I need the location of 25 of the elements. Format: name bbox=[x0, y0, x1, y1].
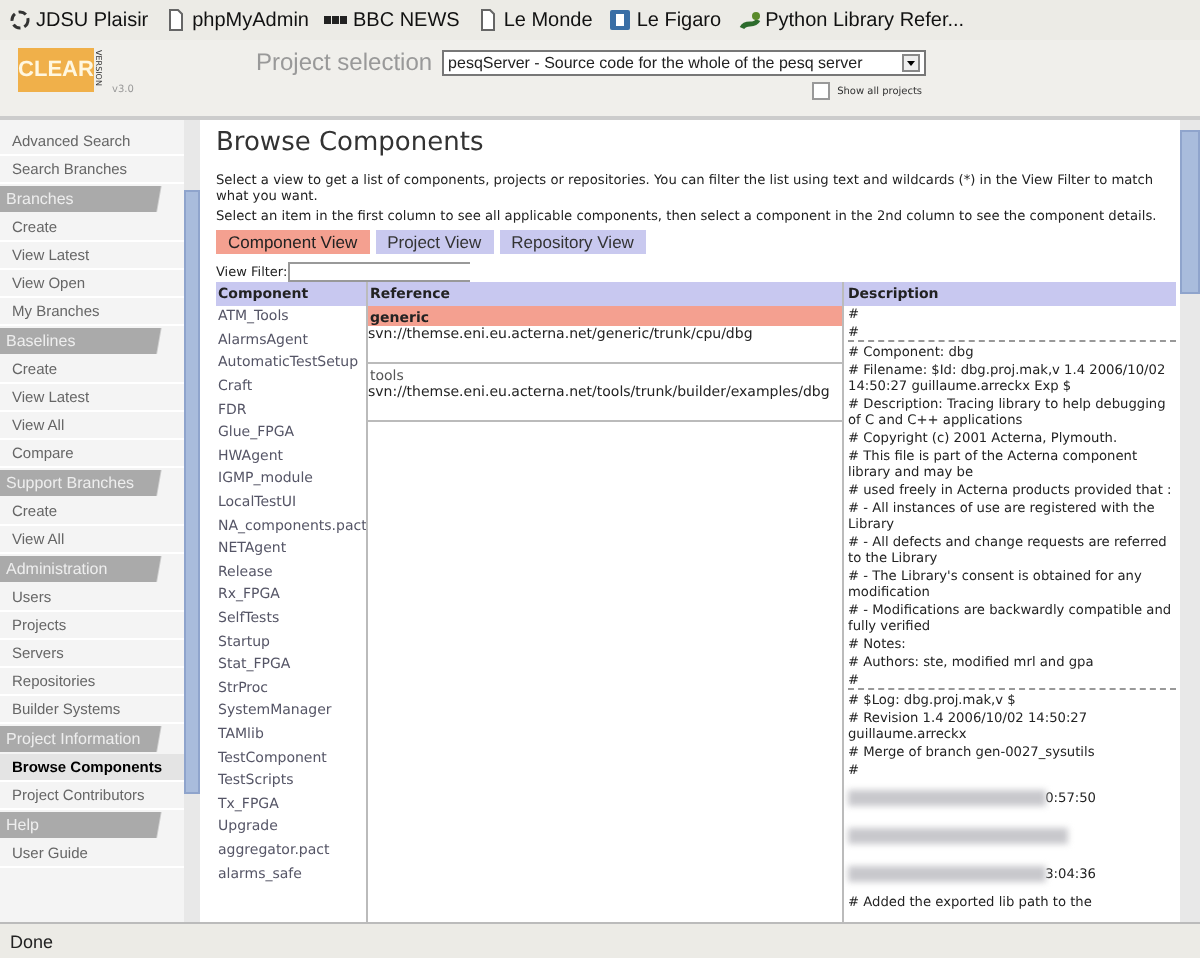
page-icon bbox=[475, 8, 500, 32]
scroll-thumb[interactable] bbox=[1180, 130, 1200, 294]
project-selection-label: Project selection bbox=[256, 48, 433, 76]
view-tab[interactable]: Component View bbox=[216, 230, 370, 254]
scrollbar[interactable] bbox=[1180, 120, 1200, 922]
project-dropdown[interactable]: pesqServer - Source code for the whole of the pesq server bbox=[442, 49, 927, 75]
show-all-checkbox[interactable] bbox=[811, 82, 830, 100]
bookmark-link[interactable]: Python Library Refer... bbox=[737, 8, 965, 32]
bookmark-link[interactable]: phpMyAdmin bbox=[164, 8, 309, 32]
logo: CLEAR bbox=[18, 48, 94, 92]
ring-icon bbox=[8, 8, 32, 32]
bookmark-link[interactable]: Le Figaro bbox=[608, 8, 722, 32]
scroll-thumb[interactable] bbox=[184, 190, 200, 794]
view-tab[interactable]: Project View bbox=[375, 230, 494, 254]
bookmark-link[interactable]: Le Monde bbox=[475, 8, 593, 32]
scrollbar[interactable] bbox=[184, 120, 200, 922]
view-tab[interactable]: Repository View bbox=[499, 230, 646, 254]
snake-icon bbox=[737, 8, 762, 32]
status-text: Done bbox=[10, 931, 54, 951]
bookmark-link[interactable]: BBC NEWS bbox=[324, 8, 460, 32]
page-icon bbox=[164, 8, 189, 32]
filter-field[interactable] bbox=[287, 262, 470, 282]
square-icon bbox=[608, 8, 633, 32]
bookmark-link[interactable]: JDSU Plaisir bbox=[8, 8, 149, 32]
page-title: Browse Components bbox=[216, 128, 486, 158]
